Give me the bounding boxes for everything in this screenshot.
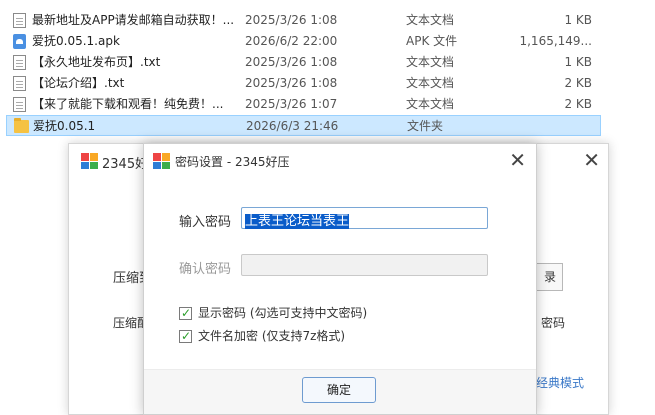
text-file-icon xyxy=(13,76,26,91)
close-icon[interactable]: ✕ xyxy=(583,148,600,172)
show-password-label: 显示密码 (勾选可支持中文密码) xyxy=(198,306,368,320)
encrypt-filenames-checkbox[interactable]: ✓ xyxy=(179,329,192,343)
file-name: 【永久地址发布页】.txt xyxy=(32,55,161,69)
file-date: 2025/3/26 1:08 xyxy=(245,76,338,90)
app-logo-icon xyxy=(81,153,98,169)
text-file-icon xyxy=(13,97,26,112)
classic-mode-link[interactable]: 经典模式 xyxy=(536,374,584,391)
encrypt-filenames-label: 文件名加密 (仅支持7z格式) xyxy=(198,329,346,343)
show-password-option[interactable]: ✓ 显示密码 (勾选可支持中文密码) xyxy=(179,304,367,322)
file-size: 1 KB xyxy=(564,55,592,69)
file-row-selected[interactable]: 爱抚0.05.1 2026/6/3 21:46 文件夹 xyxy=(6,115,601,136)
check-icon: ✓ xyxy=(181,329,192,343)
file-name: 爱抚0.05.1.apk xyxy=(32,34,120,48)
file-date: 2025/3/26 1:07 xyxy=(245,97,338,111)
encrypt-filenames-option[interactable]: ✓ 文件名加密 (仅支持7z格式) xyxy=(179,327,345,345)
file-date: 2026/6/3 21:46 xyxy=(246,119,339,133)
password-label: 输入密码 xyxy=(179,215,232,230)
check-icon: ✓ xyxy=(181,306,192,320)
file-name: 最新地址及APP请发邮箱自动获取！... xyxy=(32,13,235,27)
password-option-label[interactable]: 密码 xyxy=(541,314,565,331)
app-logo-icon xyxy=(153,153,170,169)
file-size: 2 KB xyxy=(564,76,592,90)
dialog-titlebar: 密码设置 - 2345好压 ✕ xyxy=(144,144,536,178)
file-type: 文本文档 xyxy=(406,13,455,27)
file-size: 1,165,149... xyxy=(519,34,592,48)
password-input[interactable]: 上表王论坛当表王 xyxy=(241,207,488,229)
file-name: 爱抚0.05.1 xyxy=(33,119,96,133)
file-size: 1 KB xyxy=(564,13,592,27)
file-row[interactable]: 爱抚0.05.1.apk 2026/6/2 22:00 APK 文件 1,165… xyxy=(0,31,655,52)
file-date: 2025/3/26 1:08 xyxy=(245,55,338,69)
file-name: 【论坛介绍】.txt xyxy=(32,76,125,90)
file-name: 【来了就能下载和观看！纯免费！... xyxy=(32,97,224,111)
password-dialog: 密码设置 - 2345好压 ✕ 输入密码 上表王论坛当表王 确认密码 ✓ 显示密码… xyxy=(143,143,537,415)
dialog-title: 密码设置 - 2345好压 xyxy=(175,155,290,169)
show-password-checkbox[interactable]: ✓ xyxy=(179,306,192,320)
file-row[interactable]: 【论坛介绍】.txt 2025/3/26 1:08 文本文档 2 KB xyxy=(0,73,655,94)
file-type: 文件夹 xyxy=(407,119,444,133)
text-file-icon xyxy=(13,55,26,70)
file-date: 2026/6/2 22:00 xyxy=(245,34,338,48)
file-list: 最新地址及APP请发邮箱自动获取！... 2025/3/26 1:08 文本文档… xyxy=(0,10,655,136)
file-row[interactable]: 【永久地址发布页】.txt 2025/3/26 1:08 文本文档 1 KB xyxy=(0,52,655,73)
compress-window-title: 2345好 xyxy=(102,157,149,172)
ok-button[interactable]: 确定 xyxy=(302,377,376,403)
file-size: 2 KB xyxy=(564,97,592,111)
text-file-icon xyxy=(13,13,26,28)
confirm-password-label: 确认密码 xyxy=(179,262,232,277)
file-type: APK 文件 xyxy=(406,34,458,48)
file-type: 文本文档 xyxy=(406,76,455,90)
password-value: 上表王论坛当表王 xyxy=(245,214,350,229)
apk-file-icon xyxy=(13,34,26,49)
file-row[interactable]: 【来了就能下载和观看！纯免费！... 2025/3/26 1:07 文本文档 2… xyxy=(0,94,655,115)
file-type: 文本文档 xyxy=(406,55,455,69)
file-type: 文本文档 xyxy=(406,97,455,111)
file-date: 2025/3/26 1:08 xyxy=(245,13,338,27)
folder-icon xyxy=(14,118,29,133)
close-icon[interactable]: ✕ xyxy=(509,148,526,172)
file-row[interactable]: 最新地址及APP请发邮箱自动获取！... 2025/3/26 1:08 文本文档… xyxy=(0,10,655,31)
confirm-password-input[interactable] xyxy=(241,254,488,276)
